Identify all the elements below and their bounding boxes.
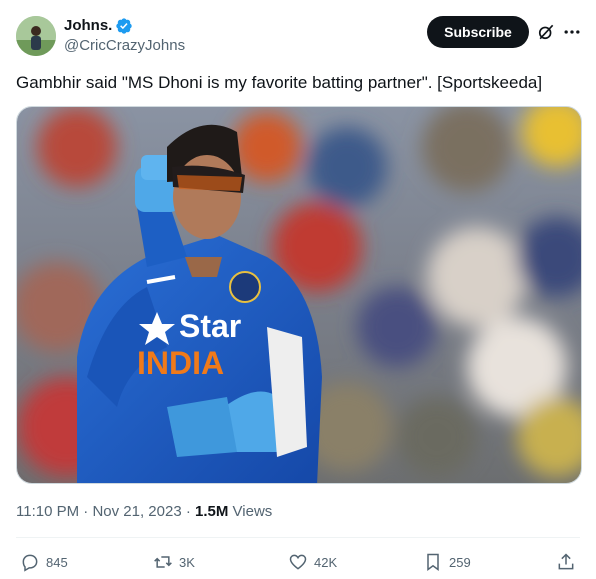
meta-separator: · [83, 503, 89, 520]
views-count: 1.5M [195, 503, 229, 520]
bookmark-icon [427, 553, 439, 571]
bookmark-button[interactable]: 259 [423, 548, 471, 576]
reply-button[interactable]: 845 [20, 548, 68, 576]
tweet-media-image[interactable]: Star INDIA [16, 106, 582, 484]
bookmark-count: 259 [449, 554, 471, 570]
tweet-text: Gambhir said "MS Dhoni is my favorite ba… [16, 73, 543, 92]
verified-badge-icon [116, 18, 133, 34]
avatar-image [16, 16, 56, 56]
action-bar: 845 3K 42K 259 [16, 548, 580, 576]
author-handle[interactable]: @CricCrazyJohns [64, 36, 185, 56]
tweet-header: Johns. @CricCrazyJohns Subscribe [16, 12, 580, 60]
jersey-team-text: INDIA [137, 345, 224, 381]
like-button[interactable]: 42K [288, 548, 337, 576]
views-label: Views [232, 503, 273, 520]
author-display-name[interactable]: Johns. [64, 16, 112, 36]
more-icon[interactable] [562, 22, 582, 42]
cricketer-photo: Star INDIA [17, 107, 581, 483]
tweet-time[interactable]: 11:10 PM [16, 503, 79, 520]
meta-separator: · [185, 503, 191, 520]
jersey-sponsor-text: Star [179, 308, 241, 344]
author-names: Johns. @CricCrazyJohns [64, 16, 185, 56]
tweet-date[interactable]: Nov 21, 2023 [92, 503, 181, 520]
repost-count: 3K [179, 554, 195, 570]
share-icon [558, 553, 574, 570]
divider [16, 537, 580, 538]
avatar[interactable] [16, 16, 56, 56]
grok-icon[interactable] [536, 22, 556, 42]
share-button[interactable] [556, 548, 582, 576]
heart-icon [289, 554, 307, 570]
subscribe-button[interactable]: Subscribe [427, 16, 529, 48]
repost-icon [154, 556, 172, 568]
reply-icon [22, 554, 38, 572]
repost-button[interactable]: 3K [153, 548, 195, 576]
tweet-meta: 11:10 PM · Nov 21, 2023 · 1.5M Views [16, 500, 272, 524]
reply-count: 845 [46, 554, 68, 570]
like-count: 42K [314, 554, 338, 570]
